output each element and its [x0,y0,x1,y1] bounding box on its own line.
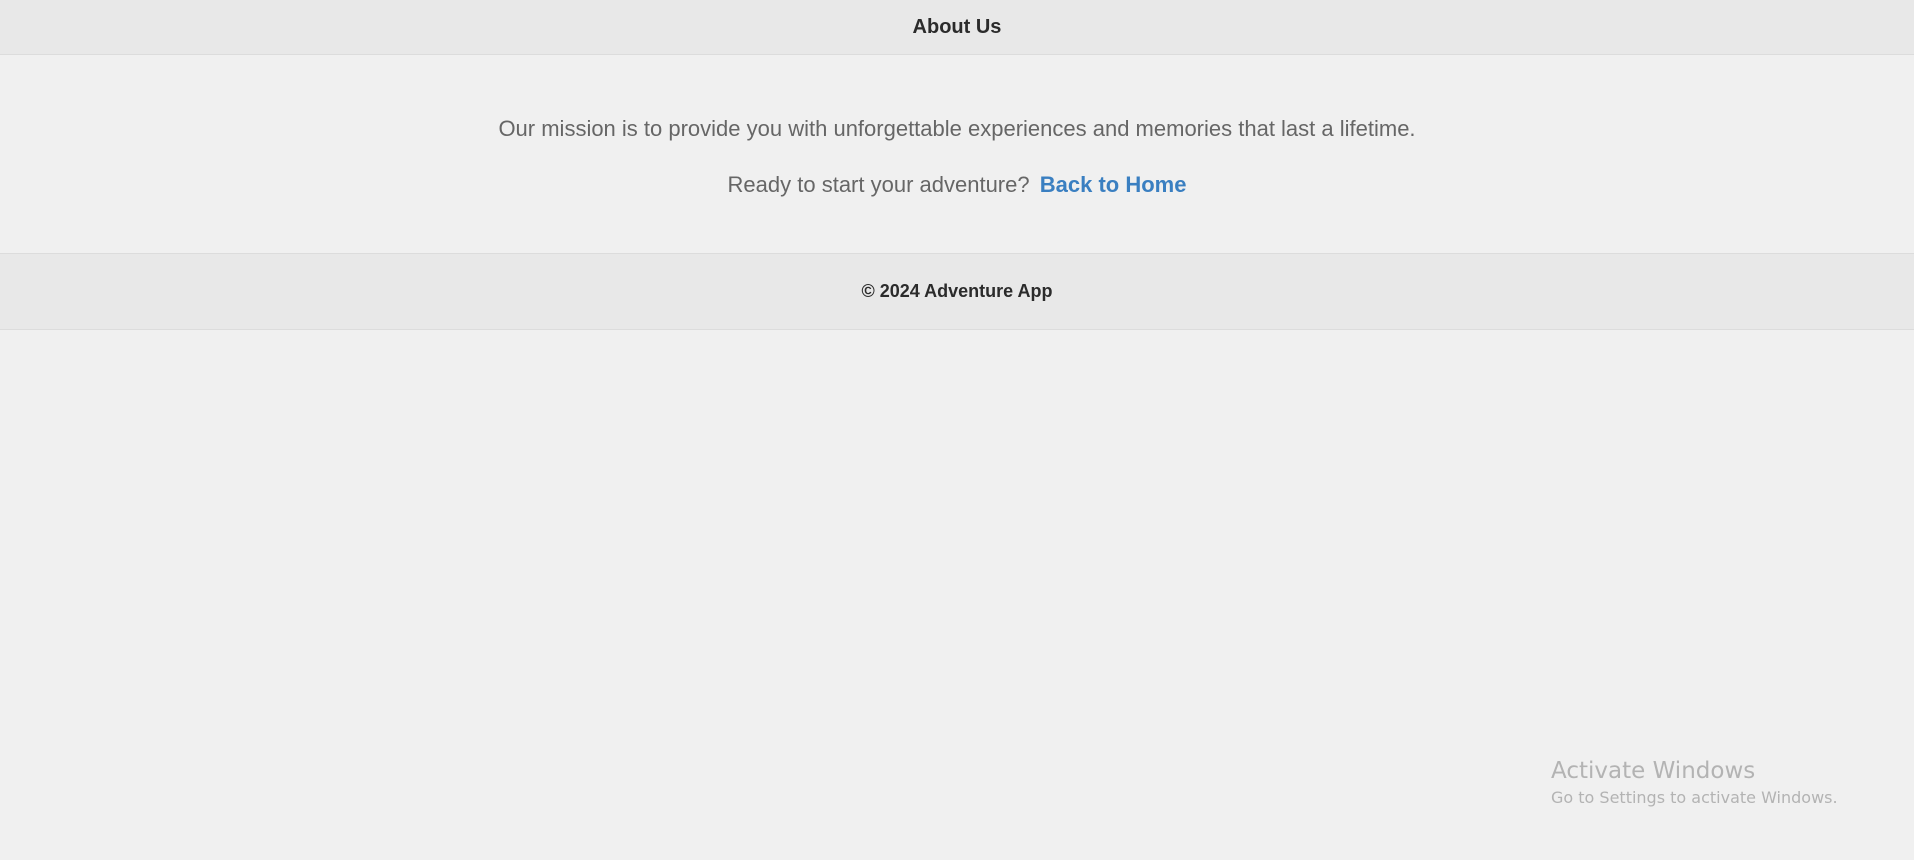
main-content: Our mission is to provide you with unfor… [0,55,1914,253]
mission-statement: Our mission is to provide you with unfor… [498,116,1416,141]
page: About Us Our mission is to provide you w… [0,0,1914,860]
activate-windows-subtitle: Go to Settings to activate Windows. [1551,788,1838,807]
back-to-home-link[interactable]: Back to Home [1040,172,1187,197]
cta-text: Ready to start your adventure? [727,172,1030,197]
page-header: About Us [0,0,1914,55]
copyright-text: © 2024 Adventure App [861,281,1053,301]
activate-windows-watermark: Activate Windows Go to Settings to activ… [1551,756,1838,810]
call-to-action: Ready to start your adventure? Back to H… [728,167,1187,203]
page-footer: © 2024 Adventure App [0,253,1914,330]
page-title: About Us [912,15,1002,38]
activate-windows-title: Activate Windows [1551,758,1756,784]
